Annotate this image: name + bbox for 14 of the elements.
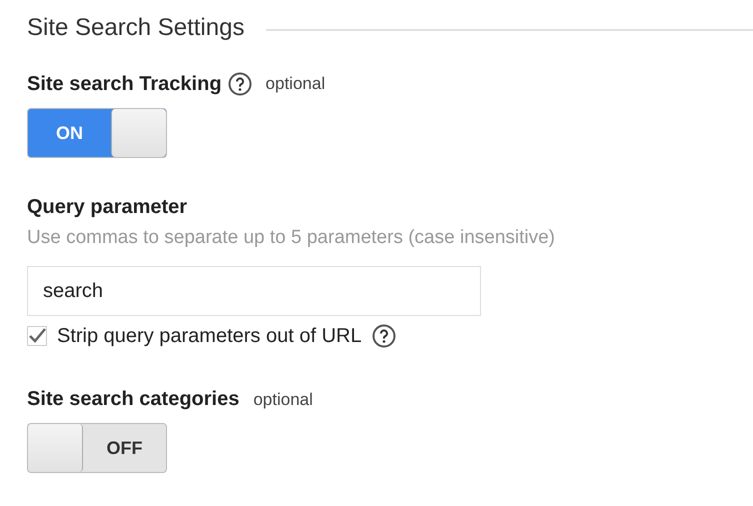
section-title: Site Search Settings (27, 14, 244, 42)
help-icon[interactable] (372, 324, 396, 348)
field-label: Site search categories (27, 388, 240, 411)
input-field[interactable]: search (27, 266, 481, 316)
optional-note: optional (253, 390, 313, 410)
field-label: Query parameter (27, 196, 188, 219)
field-label: Site search Tracking (27, 72, 222, 96)
toggle-switch[interactable]: ON (27, 108, 167, 158)
field-hint: Use commas to separate up to 5 parameters (case insensitive) (27, 227, 556, 249)
help-icon[interactable] (228, 72, 252, 96)
checkbox[interactable] (27, 326, 47, 346)
toggle-switch[interactable]: OFF (27, 423, 167, 473)
checkbox-label: Strip query parameters out of URL (57, 324, 362, 348)
optional-note: optional (266, 74, 326, 94)
